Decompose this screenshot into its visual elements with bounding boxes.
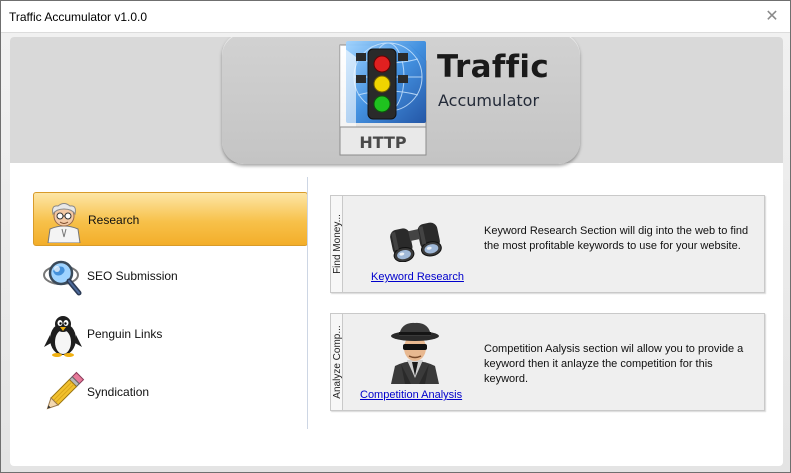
sidebar-item-syndication[interactable]: Syndication (33, 365, 308, 419)
pencil-icon (46, 371, 85, 410)
card-description: Competition Aalysis section wil allow yo… (484, 343, 744, 385)
sidebar-item-label: Research (88, 213, 140, 227)
binoculars-icon (390, 222, 442, 262)
card-tab: Analyze Comp... (331, 314, 343, 410)
sidebar-item-label: Penguin Links (87, 327, 163, 341)
logo-title: Traffic (437, 49, 550, 85)
card-tab-label: Analyze Comp... (332, 325, 343, 399)
banner: HTTP Traffic Accumulator (10, 37, 783, 164)
sidebar-divider (307, 177, 308, 429)
close-button[interactable]: ✕ (764, 9, 780, 25)
spy-icon (391, 322, 439, 384)
title-bar[interactable]: Traffic Accumulator v1.0.0 ✕ (1, 1, 790, 33)
content-panel: Find Money... Keyword Research Keyword R… (330, 195, 766, 425)
keyword-research-link[interactable]: Keyword Research (371, 271, 464, 283)
app-window: Traffic Accumulator v1.0.0 ✕ HTTP Traffi… (0, 0, 791, 473)
traffic-light-file-icon: HTTP (339, 41, 427, 156)
sidebar: Research SEO Submission Penguin Links Sy… (10, 177, 318, 429)
file-label: HTTP (359, 133, 407, 152)
card-description: Keyword Research Section will dig into t… (484, 225, 749, 252)
logo-subtitle: Accumulator (438, 91, 540, 110)
active-pointer (308, 211, 318, 229)
penguin-icon (44, 316, 82, 357)
magnifier-globe-icon (43, 260, 82, 296)
sidebar-item-label: SEO Submission (87, 269, 178, 283)
sidebar-item-seo-submission[interactable]: SEO Submission (33, 249, 308, 303)
sidebar-item-penguin-links[interactable]: Penguin Links (33, 307, 308, 361)
sidebar-item-label: Syndication (87, 385, 150, 399)
scientist-icon (47, 203, 81, 243)
card-tab: Find Money... (331, 196, 343, 292)
competition-analysis-card: Analyze Comp... Competition Analysis Com… (330, 313, 765, 411)
client-area: HTTP Traffic Accumulator Research SEO Su… (10, 37, 783, 466)
card-tab-label: Find Money... (332, 214, 343, 274)
sidebar-item-research[interactable]: Research (33, 192, 318, 246)
window-title: Traffic Accumulator v1.0.0 (9, 10, 148, 24)
keyword-research-card: Find Money... Keyword Research Keyword R… (330, 195, 765, 293)
competition-analysis-link[interactable]: Competition Analysis (360, 389, 462, 401)
